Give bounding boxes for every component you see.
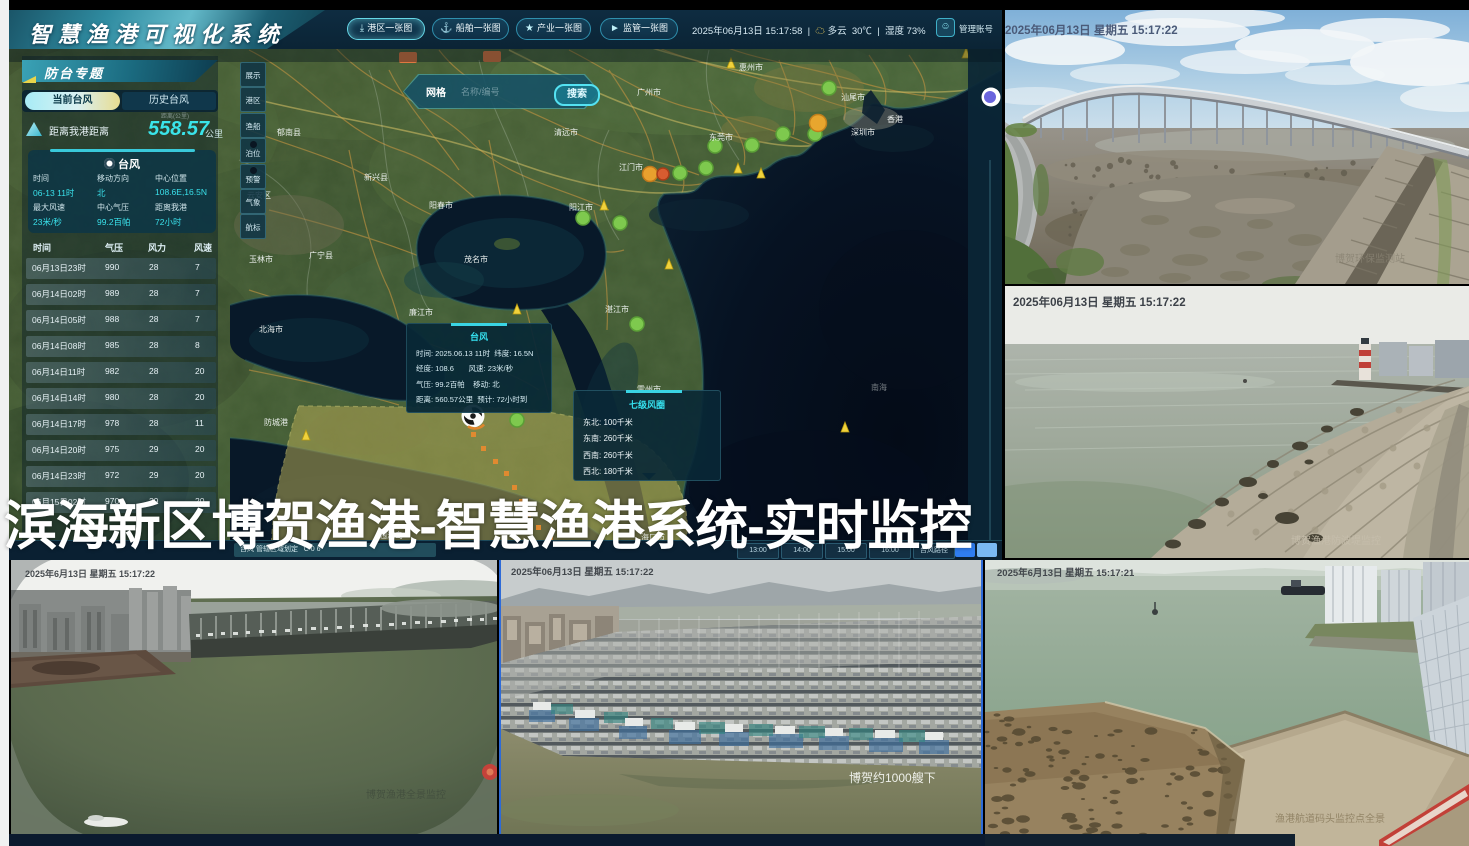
svg-text:廉江市: 廉江市: [409, 307, 433, 317]
svg-text:2025年6月13日 星期五 15:17:22: 2025年6月13日 星期五 15:17:22: [25, 568, 155, 579]
svg-text:惠州市: 惠州市: [739, 62, 763, 72]
svg-text:湛江市: 湛江市: [605, 304, 629, 314]
svg-text:渔港航道码头监控点全景: 渔港航道码头监控点全景: [1275, 812, 1385, 825]
svg-text:防城港: 防城港: [264, 417, 288, 427]
svg-text:广宁县: 广宁县: [309, 250, 333, 260]
svg-text:江门市: 江门市: [619, 162, 643, 172]
svg-text:新兴县: 新兴县: [364, 172, 388, 182]
svg-text:东莞市: 东莞市: [709, 132, 733, 142]
svg-text:郁南县: 郁南县: [277, 127, 301, 137]
svg-text:博贺约1000艘下: 博贺约1000艘下: [849, 770, 936, 785]
svg-text:2025年06月13日 星期五 15:17:22: 2025年06月13日 星期五 15:17:22: [511, 566, 654, 578]
svg-text:阳春市: 阳春市: [429, 200, 453, 210]
svg-text:香港: 香港: [887, 114, 903, 124]
svg-text:博贺渔港防波堤监控: 博贺渔港防波堤监控: [1291, 534, 1381, 547]
svg-text:2025年06月13日 星期五 15:17:22: 2025年06月13日 星期五 15:17:22: [1005, 23, 1178, 37]
svg-text:汕尾市: 汕尾市: [841, 92, 865, 102]
svg-text:北海市: 北海市: [259, 324, 283, 334]
svg-text:阳江市: 阳江市: [569, 202, 593, 212]
svg-text:玉林市: 玉林市: [249, 254, 273, 264]
svg-text:南海: 南海: [871, 382, 887, 392]
svg-text:2025年6月13日 星期五 15:17:21: 2025年6月13日 星期五 15:17:21: [997, 567, 1135, 579]
svg-text:清远市: 清远市: [554, 127, 578, 137]
svg-text:博贺环保监测站: 博贺环保监测站: [1335, 252, 1405, 265]
svg-text:深圳市: 深圳市: [851, 127, 875, 137]
svg-text:广州市: 广州市: [637, 87, 661, 97]
svg-text:2025年06月13日 星期五 15:17:22: 2025年06月13日 星期五 15:17:22: [1013, 295, 1186, 309]
svg-text:茂名市: 茂名市: [464, 254, 488, 264]
svg-text:博贺渔港全景监控: 博贺渔港全景监控: [366, 788, 446, 801]
